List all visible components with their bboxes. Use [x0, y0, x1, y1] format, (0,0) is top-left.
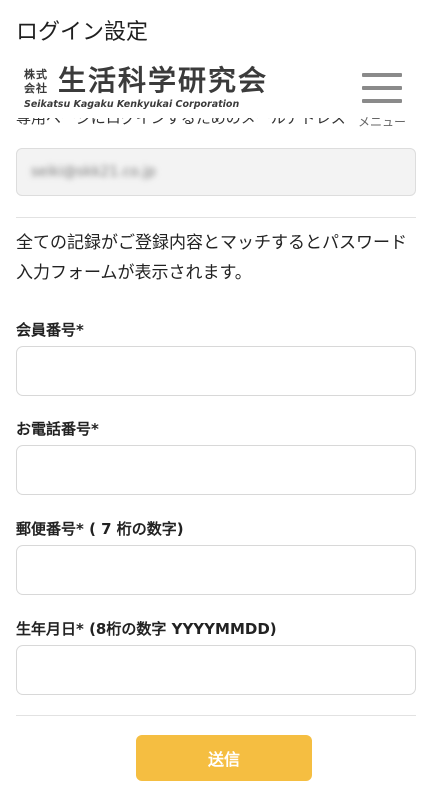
logo-company-name: 生活科学研究会: [58, 64, 269, 97]
member-number-input[interactable]: [16, 346, 416, 396]
postal-code-label: 郵便番号* ( 7 桁の数字): [16, 520, 184, 538]
page-title: ログイン設定: [16, 20, 149, 45]
logo-kabushiki-text: 株式会社: [24, 68, 48, 95]
email-field: seiki@skk21.co.jp: [16, 148, 416, 196]
menu-button[interactable]: メニュー: [356, 70, 408, 132]
postal-code-input[interactable]: [16, 545, 416, 595]
hamburger-icon: [362, 73, 402, 103]
phone-number-input[interactable]: [16, 445, 416, 495]
phone-number-label: お電話番号*: [16, 420, 99, 438]
notice-text: 全ての記録がご登録内容とマッチするとパスワード入力フォームが表示されます。: [16, 233, 407, 283]
divider: [16, 217, 416, 218]
email-field-label: 専用ページにログインするためのメールアドレス: [16, 118, 346, 127]
divider: [16, 715, 416, 716]
logo-english-name: Seikatsu Kagaku Kenkyukai Corporation: [24, 99, 240, 110]
member-number-label: 会員番号*: [16, 321, 84, 339]
birth-date-input[interactable]: [16, 645, 416, 695]
menu-label: メニュー: [357, 115, 406, 129]
company-logo[interactable]: 株式会社 生活科学研究会 Seikatsu Kagaku Kenkyukai C…: [24, 64, 274, 114]
birth-date-label: 生年月日* (8桁の数字 YYYYMMDD): [16, 620, 277, 638]
submit-button[interactable]: 送信: [136, 735, 312, 781]
email-value: seiki@skk21.co.jp: [31, 164, 156, 180]
